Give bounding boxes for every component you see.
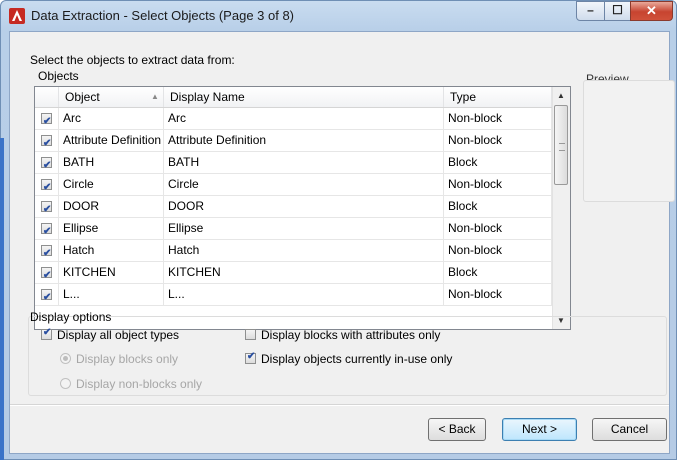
grid-header: Object ▲ Display Name Type bbox=[35, 87, 552, 108]
instruction-text: Select the objects to extract data from: bbox=[30, 53, 235, 67]
window-title: Data Extraction - Select Objects (Page 3… bbox=[31, 8, 295, 23]
back-button[interactable]: < Back bbox=[428, 418, 486, 441]
display-name-cell[interactable]: KITCHEN bbox=[164, 262, 444, 283]
column-header-object[interactable]: Object ▲ bbox=[59, 87, 164, 107]
table-row[interactable]: Ellipse Ellipse Non-block bbox=[35, 218, 552, 240]
row-checkbox[interactable] bbox=[41, 243, 52, 261]
object-cell: Circle bbox=[59, 174, 164, 195]
display-options-label: Display options bbox=[30, 310, 112, 324]
dialog-window: Data Extraction - Select Objects (Page 3… bbox=[0, 0, 677, 460]
minimize-icon: – bbox=[587, 3, 594, 17]
row-checkbox[interactable] bbox=[41, 177, 52, 195]
objects-group-label: Objects bbox=[38, 69, 79, 83]
blocks-with-attributes-option[interactable]: Display blocks with attributes only bbox=[245, 328, 440, 342]
display-name-cell[interactable]: Circle bbox=[164, 174, 444, 195]
type-cell: Non-block bbox=[444, 174, 552, 195]
display-name-cell[interactable]: DOOR bbox=[164, 196, 444, 217]
display-non-blocks-only-radio bbox=[60, 378, 71, 389]
row-checkbox[interactable] bbox=[41, 155, 52, 173]
background-window-edge bbox=[0, 138, 4, 460]
type-cell: Block bbox=[444, 196, 552, 217]
table-row[interactable]: KITCHEN KITCHEN Block bbox=[35, 262, 552, 284]
row-checkbox[interactable] bbox=[41, 199, 52, 217]
type-cell: Non-block bbox=[444, 130, 552, 151]
display-non-blocks-only-option: Display non-blocks only bbox=[60, 377, 202, 391]
minimize-button[interactable]: – bbox=[576, 1, 605, 21]
header-checkbox-column bbox=[35, 87, 59, 107]
grip-icon bbox=[559, 143, 565, 151]
autocad-app-icon bbox=[9, 8, 25, 24]
row-checkbox[interactable] bbox=[41, 287, 52, 305]
column-header-type[interactable]: Type bbox=[444, 87, 552, 107]
object-cell: DOOR bbox=[59, 196, 164, 217]
row-checkbox[interactable] bbox=[41, 221, 52, 239]
type-cell: Block bbox=[444, 262, 552, 283]
dialog-content: Select the objects to extract data from:… bbox=[9, 31, 675, 454]
type-cell: Block bbox=[444, 152, 552, 173]
grid-vertical-scrollbar[interactable]: ▲ ▼ bbox=[552, 87, 570, 329]
table-row[interactable]: BATH BATH Block bbox=[35, 152, 552, 174]
footer-divider bbox=[10, 404, 669, 406]
maximize-button[interactable]: ☐ bbox=[604, 1, 631, 21]
column-header-display-name[interactable]: Display Name bbox=[164, 87, 444, 107]
table-row[interactable]: Circle Circle Non-block bbox=[35, 174, 552, 196]
row-checkbox[interactable] bbox=[41, 265, 52, 283]
preview-pane bbox=[583, 80, 675, 202]
type-cell: Non-block bbox=[444, 284, 552, 305]
scroll-thumb[interactable] bbox=[554, 105, 568, 185]
object-cell: KITCHEN bbox=[59, 262, 164, 283]
display-blocks-only-option: Display blocks only bbox=[60, 352, 178, 366]
table-row[interactable]: Attribute Definition Attribute Definitio… bbox=[35, 130, 552, 152]
display-name-cell[interactable]: Hatch bbox=[164, 240, 444, 261]
display-blocks-only-radio bbox=[60, 353, 71, 364]
row-checkbox[interactable] bbox=[41, 133, 52, 151]
type-cell: Non-block bbox=[444, 218, 552, 239]
scroll-up-arrow-icon[interactable]: ▲ bbox=[553, 87, 569, 104]
object-cell: Hatch bbox=[59, 240, 164, 261]
row-checkbox[interactable] bbox=[41, 111, 52, 129]
table-row[interactable]: DOOR DOOR Block bbox=[35, 196, 552, 218]
object-cell: Attribute Definition bbox=[59, 130, 164, 151]
close-button[interactable]: ✕ bbox=[630, 1, 673, 21]
close-icon: ✕ bbox=[646, 3, 657, 18]
cancel-button[interactable]: Cancel bbox=[592, 418, 667, 441]
table-row[interactable]: Arc Arc Non-block bbox=[35, 108, 552, 130]
display-name-cell[interactable]: Arc bbox=[164, 108, 444, 129]
object-cell: L... bbox=[59, 284, 164, 305]
maximize-icon: ☐ bbox=[612, 3, 623, 17]
title-bar[interactable]: Data Extraction - Select Objects (Page 3… bbox=[1, 1, 676, 31]
next-button[interactable]: Next > bbox=[502, 418, 577, 441]
objects-in-use-checkbox[interactable] bbox=[245, 351, 256, 364]
display-name-cell[interactable]: BATH bbox=[164, 152, 444, 173]
type-cell: Non-block bbox=[444, 240, 552, 261]
display-name-cell[interactable]: Ellipse bbox=[164, 218, 444, 239]
objects-in-use-option[interactable]: Display objects currently in-use only bbox=[245, 351, 452, 366]
object-cell: BATH bbox=[59, 152, 164, 173]
display-name-cell[interactable]: Attribute Definition bbox=[164, 130, 444, 151]
display-all-types-option[interactable]: Display all object types bbox=[41, 327, 179, 342]
object-cell: Arc bbox=[59, 108, 164, 129]
table-row[interactable]: L... L... Non-block bbox=[35, 284, 552, 306]
table-row[interactable]: Hatch Hatch Non-block bbox=[35, 240, 552, 262]
objects-grid[interactable]: Object ▲ Display Name Type Arc Arc Non-b… bbox=[34, 86, 571, 330]
type-cell: Non-block bbox=[444, 108, 552, 129]
object-cell: Ellipse bbox=[59, 218, 164, 239]
sort-ascending-icon: ▲ bbox=[151, 92, 159, 101]
display-name-cell[interactable]: L... bbox=[164, 284, 444, 305]
blocks-with-attributes-checkbox[interactable] bbox=[245, 329, 256, 340]
display-all-types-checkbox[interactable] bbox=[41, 327, 52, 340]
